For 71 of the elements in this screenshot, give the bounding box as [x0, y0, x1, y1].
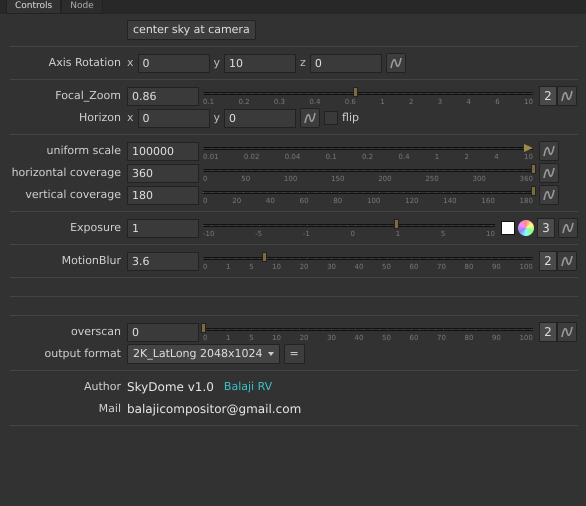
- curve-icon: [542, 144, 556, 158]
- channel-count-button[interactable]: 2: [539, 251, 557, 271]
- number-field[interactable]: 360: [127, 164, 199, 182]
- curve-editor-button[interactable]: [539, 185, 559, 205]
- number-field[interactable]: 1: [127, 218, 199, 238]
- curve-editor-button[interactable]: [557, 251, 577, 271]
- axis-label: y: [214, 54, 220, 71]
- field-label: Axis Rotation: [48, 54, 122, 71]
- curve-editor-button[interactable]: [300, 108, 320, 128]
- number-field[interactable]: 0: [127, 322, 199, 342]
- axis-label: y: [214, 110, 220, 126]
- info-value: SkyDome v1.0: [127, 379, 214, 396]
- number-field[interactable]: 0: [138, 54, 210, 72]
- caret-icon: [268, 352, 274, 356]
- slider-thumb[interactable]: [531, 164, 536, 174]
- curve-icon: [388, 56, 403, 70]
- curve-icon: [560, 254, 574, 268]
- curve-icon: [560, 325, 574, 339]
- slider-thumb[interactable]: [531, 186, 536, 196]
- curve-editor-button[interactable]: [557, 86, 577, 106]
- number-field[interactable]: 180: [127, 186, 199, 204]
- number-field[interactable]: 100000: [127, 142, 199, 160]
- color-wheel-icon[interactable]: [518, 220, 534, 236]
- curve-editor-button[interactable]: [386, 53, 406, 73]
- axis-label: z: [300, 54, 306, 71]
- field-label: Exposure: [69, 220, 122, 236]
- slider-thumb[interactable]: [352, 87, 358, 97]
- channel-count-button[interactable]: 3: [537, 218, 555, 238]
- slider-thumb[interactable]: [394, 219, 399, 229]
- curve-editor-button[interactable]: [557, 322, 577, 342]
- axis-label: x: [127, 110, 134, 126]
- format-dropdown[interactable]: 2K_LatLong 2048x1024: [127, 344, 280, 364]
- slider-thumb[interactable]: [262, 252, 268, 262]
- field-label: Author: [82, 378, 122, 395]
- curve-icon: [303, 111, 318, 125]
- axis-label: x: [127, 54, 134, 71]
- field-label: Mail: [98, 400, 122, 417]
- number-field[interactable]: 10: [224, 54, 296, 72]
- number-field[interactable]: 3.6: [127, 252, 199, 270]
- info-value: balajicompositor@gmail.com: [127, 401, 302, 418]
- action-button[interactable]: center sky at camera: [127, 20, 256, 40]
- field-label: horizontal coverage: [10, 164, 122, 181]
- overflow-arrow-icon[interactable]: [524, 144, 533, 152]
- curve-icon: [560, 89, 574, 103]
- number-field[interactable]: 0: [224, 108, 296, 128]
- field-label: overscan: [70, 324, 122, 340]
- author-link[interactable]: Balaji RV: [224, 378, 272, 396]
- flip-checkbox[interactable]: [324, 111, 338, 125]
- field-label: MotionBlur: [60, 252, 122, 269]
- curve-icon: [561, 221, 575, 235]
- slider-thumb[interactable]: [201, 323, 206, 333]
- tab[interactable]: Node: [61, 0, 103, 14]
- equals-button[interactable]: =: [284, 344, 305, 364]
- field-label: uniform scale: [46, 142, 122, 159]
- number-field[interactable]: 0: [138, 108, 210, 128]
- number-field[interactable]: 0.86: [127, 86, 199, 106]
- channel-count-button[interactable]: 2: [539, 322, 557, 342]
- curve-editor-button[interactable]: [539, 141, 559, 161]
- curve-icon: [542, 188, 556, 202]
- curve-icon: [542, 166, 556, 180]
- field-label: Focal_Zoom: [54, 88, 122, 104]
- channel-count-button[interactable]: 2: [539, 86, 557, 106]
- checkbox-label: flip: [342, 110, 359, 126]
- curve-editor-button[interactable]: [558, 218, 578, 238]
- tab[interactable]: Controls: [6, 0, 62, 14]
- field-label: output format: [44, 346, 122, 362]
- field-label: vertical coverage: [24, 186, 122, 203]
- color-swatch[interactable]: [501, 221, 515, 235]
- field-label: Horizon: [78, 110, 122, 126]
- curve-editor-button[interactable]: [539, 163, 559, 183]
- number-field[interactable]: 0: [310, 54, 382, 72]
